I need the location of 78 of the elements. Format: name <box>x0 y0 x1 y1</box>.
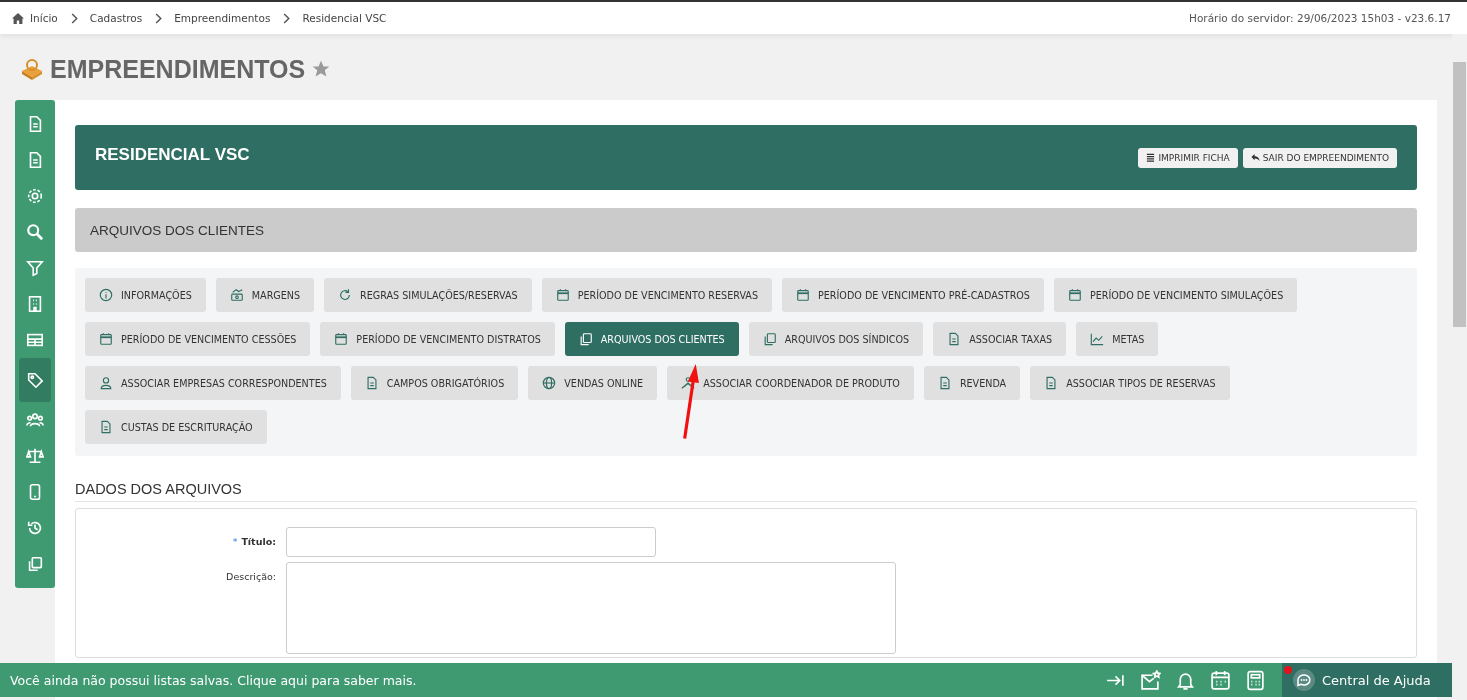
building-icon <box>26 295 44 313</box>
reply-arrow-icon <box>1250 153 1260 162</box>
field-label: Título: <box>241 536 276 547</box>
cal-icon <box>1067 288 1082 302</box>
tab-button[interactable]: CAMPOS OBRIGATÓRIOS <box>350 366 519 400</box>
field-label: Descrição: <box>226 571 276 582</box>
history-icon <box>26 519 44 537</box>
cal-icon <box>334 332 349 346</box>
chevron-icon <box>282 12 291 24</box>
info-icon <box>99 288 113 302</box>
breadcrumb-link[interactable]: Cadastros <box>89 12 143 24</box>
tab-button[interactable]: PERÍODO DE VENCIMENTO SIMULAÇÕES <box>1053 278 1298 312</box>
tab-button[interactable]: PERÍODO DE VENCIMENTO PRÉ-CADASTROS <box>782 278 1044 312</box>
breadcrumb-link[interactable]: Início <box>30 12 58 24</box>
scrollbar-thumb[interactable] <box>1453 62 1466 327</box>
header-button[interactable]: SAIR DO EMPREENDIMENTO <box>1242 147 1397 168</box>
tab-button[interactable]: PERÍODO DE VENCIMENTO CESSÕES <box>85 322 311 356</box>
tab-button[interactable]: PERÍODO DE VENCIMENTO DISTRATOS <box>320 322 555 356</box>
sidebar-item[interactable] <box>19 358 51 402</box>
mail-star-icon[interactable] <box>1140 669 1161 691</box>
doc-icon <box>1044 376 1059 390</box>
doc-icon <box>99 420 113 434</box>
globe-icon <box>542 376 557 390</box>
doc-icon <box>947 332 962 346</box>
tab-button[interactable]: ASSOCIAR COORDENADOR DE PRODUTO <box>667 366 914 400</box>
tab-button[interactable]: REVENDA <box>923 366 1021 400</box>
tab-button[interactable]: CUSTAS DE ESCRITURAÇÃO <box>85 410 267 444</box>
copy-icon <box>578 332 593 346</box>
copy-icon <box>26 555 44 573</box>
tab-button[interactable]: ARQUIVOS DOS CLIENTES <box>564 322 739 356</box>
tab-button[interactable]: ASSOCIAR EMPRESAS CORRESPONDENTES <box>85 366 341 400</box>
tab-button[interactable]: ASSOCIAR TAXAS <box>933 322 1067 356</box>
scale-icon <box>26 447 44 465</box>
textarea-field[interactable] <box>286 562 896 654</box>
header-title: RESIDENCIAL VSC <box>95 144 250 165</box>
chat-icon <box>1292 668 1316 692</box>
cal-icon <box>555 288 570 302</box>
notification-dot <box>1284 666 1292 674</box>
server-info: Horário do servidor: 29/06/2023 15h03 - v23.6.17 <box>1189 12 1451 24</box>
gear-icon <box>26 187 44 205</box>
help-center-button[interactable]: Central de Ajuda <box>1282 663 1452 697</box>
input-field[interactable] <box>286 527 656 557</box>
breadcrumb-link[interactable]: Residencial VSC <box>302 12 387 24</box>
tag-icon <box>26 371 44 389</box>
calculator-icon[interactable] <box>1245 669 1266 691</box>
home-icon <box>12 12 24 24</box>
table-icon <box>26 331 44 349</box>
tab-button[interactable]: ARQUIVOS DOS SÍNDICOS <box>748 322 924 356</box>
form-title: DADOS DOS ARQUIVOS <box>75 481 1417 502</box>
refresh-icon <box>338 288 353 302</box>
search-icon <box>26 223 44 241</box>
chart-icon <box>1090 332 1105 346</box>
required-mark: * <box>232 536 238 547</box>
people-icon <box>26 411 44 429</box>
chevron-icon <box>69 12 78 24</box>
breadcrumb-link[interactable]: Empreendimentos <box>174 12 271 24</box>
chevron-icon <box>154 12 163 24</box>
filter-icon <box>26 259 44 277</box>
cal-icon <box>99 332 113 346</box>
person-icon <box>99 376 113 390</box>
calendar-icon[interactable] <box>1210 669 1231 691</box>
header-button[interactable]: IMPRIMIR FICHA <box>1138 147 1238 168</box>
tab-button[interactable]: VENDAS ONLINE <box>528 366 658 400</box>
money-icon <box>229 288 244 302</box>
doc-icon <box>364 376 379 390</box>
tab-button[interactable]: ASSOCIAR TIPOS DE RESERVAS <box>1030 366 1230 400</box>
tab-button[interactable]: REGRAS SIMULAÇÕES/RESERVAS <box>324 278 532 312</box>
doc-icon <box>937 376 952 390</box>
list-icon <box>1146 153 1156 162</box>
section-title: ARQUIVOS DOS CLIENTES <box>90 222 265 238</box>
tab-button[interactable]: PERÍODO DE VENCIMENTO RESERVAS <box>541 278 772 312</box>
cal-icon <box>796 288 810 302</box>
copy-icon <box>762 332 777 346</box>
tab-button[interactable]: MARGENS <box>215 278 315 312</box>
tab-button[interactable]: METAS <box>1076 322 1159 356</box>
building-icon <box>20 57 44 81</box>
tab-button[interactable]: INFORMAÇÕES <box>85 278 206 312</box>
page-title: EMPREENDIMENTOS <box>50 54 306 84</box>
